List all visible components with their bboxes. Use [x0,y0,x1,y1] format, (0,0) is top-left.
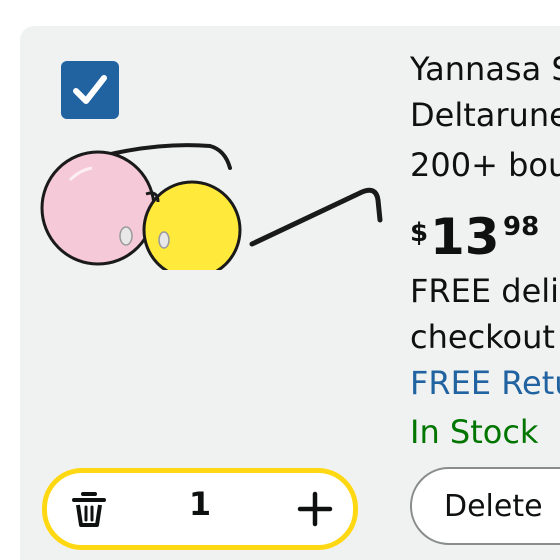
select-item-checkbox[interactable] [61,61,119,119]
product-title-line-3: 200+ bou [410,146,560,184]
quantity-value: 1 [188,485,212,523]
product-title-line-1[interactable]: Yannasa S [410,50,560,88]
remove-item-button[interactable] [67,487,111,531]
quantity-stepper: 1 [42,468,358,550]
increase-quantity-button[interactable] [293,487,337,531]
product-title-line-2[interactable]: Deltarune [410,96,560,134]
price-whole: 13 [430,208,500,266]
plus-icon [297,491,333,527]
checkmark-icon [73,75,107,104]
trash-icon [72,492,106,527]
delivery-text-line-1: FREE deliv [410,272,560,310]
delivery-text-line-2: checkout [410,318,555,356]
delete-button[interactable]: Delete [410,467,560,545]
free-returns-link[interactable]: FREE Retu [410,364,560,402]
price-currency-symbol: $ [410,218,429,248]
stock-status: In Stock [410,413,539,451]
delete-button-label: Delete [444,489,543,524]
product-image[interactable] [40,140,390,270]
cart-page: Yannasa S Deltarune 200+ bou $ 13 98 FRE… [0,0,560,560]
price-fraction: 98 [503,212,540,242]
